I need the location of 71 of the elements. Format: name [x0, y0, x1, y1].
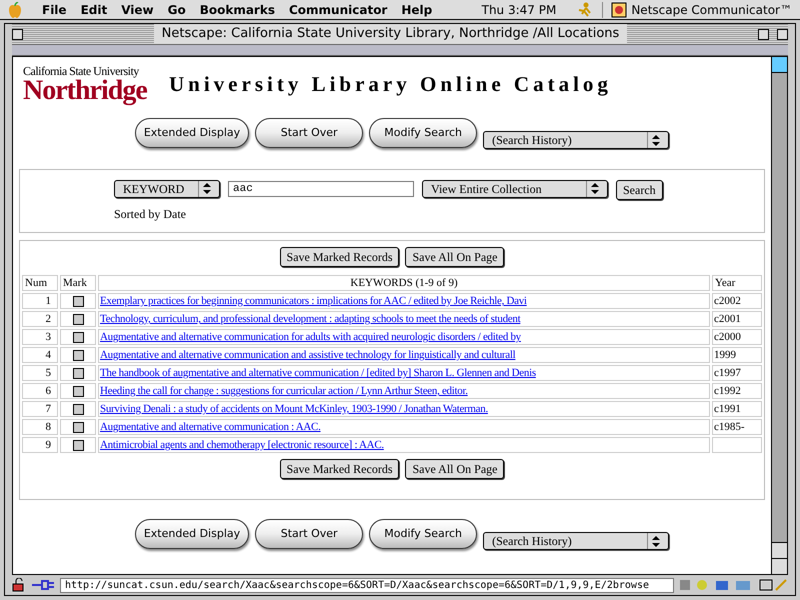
up-down-arrows-icon — [203, 183, 211, 194]
up-down-arrows-icon — [652, 536, 660, 546]
up-down-arrows-icon — [591, 183, 599, 194]
pill-button[interactable]: Extended Display — [134, 519, 250, 549]
top-history-select[interactable]: (Search History) — [483, 131, 670, 149]
row-number: 8 — [22, 419, 58, 435]
up-down-arrows-icon — [652, 134, 660, 146]
bottom-history-select[interactable]: (Search History) — [483, 532, 670, 550]
mark-checkbox[interactable] — [72, 350, 84, 360]
year-cell: c2000 — [712, 329, 762, 345]
year-cell: c1991 — [712, 401, 762, 417]
apple-icon — [8, 2, 22, 18]
save-button[interactable]: Save All On Page — [405, 459, 504, 479]
mark-checkbox[interactable] — [72, 440, 84, 450]
menu-item[interactable]: File — [42, 0, 67, 18]
row-number: 9 — [22, 437, 58, 453]
row-number: 7 — [22, 401, 58, 417]
sort-note: Sorted by Date — [114, 206, 187, 223]
year-cell: c1992 — [712, 383, 762, 399]
menu-item[interactable]: View — [121, 0, 154, 18]
column-header: KEYWORDS (1-9 of 9) — [98, 275, 710, 291]
column-header: Num — [22, 275, 58, 291]
close-box[interactable] — [12, 28, 23, 40]
status-url: http://suncat.csun.edu/search/Xaac&searchscope=6&SORT=D/Xaac&searchscope=6&SORT=D/1,9,9,E/2browse — [60, 578, 674, 592]
mark-checkbox[interactable] — [72, 314, 84, 324]
menu-item[interactable]: Bookmarks — [200, 0, 275, 18]
year-cell: 1999 — [712, 347, 762, 363]
pill-button[interactable]: Start Over — [255, 519, 364, 549]
row-number: 4 — [22, 347, 58, 363]
zoom-box[interactable] — [758, 28, 769, 40]
window-title: Netscape: California State University Library, Northridge /All Locations — [154, 24, 628, 44]
app-name: Netscape Communicator™ — [631, 2, 792, 18]
pill-button[interactable]: Modify Search — [369, 118, 478, 148]
logo-bottom: Northridge — [23, 77, 148, 105]
mark-checkbox[interactable] — [72, 404, 84, 414]
save-button[interactable]: Save All On Page — [405, 247, 504, 267]
column-header: Mark — [60, 275, 96, 291]
pill-button[interactable]: Extended Display — [134, 118, 250, 148]
mark-checkbox[interactable] — [72, 386, 84, 396]
row-number: 5 — [22, 365, 58, 381]
year-cell: c1997 — [712, 365, 762, 381]
save-button[interactable]: Save Marked Records — [280, 247, 400, 267]
logo-top: California State University — [23, 65, 140, 77]
year-cell: c2002 — [712, 293, 762, 309]
clock: Thu 3:47 PM — [482, 2, 556, 18]
year-cell: c2001 — [712, 311, 762, 327]
menu-item[interactable]: Help — [401, 0, 432, 18]
pill-button[interactable]: Modify Search — [369, 519, 478, 549]
page-title: University Library Online Catalog — [169, 71, 612, 98]
mark-checkbox[interactable] — [72, 422, 84, 432]
mark-checkbox[interactable] — [72, 296, 84, 306]
menu-item[interactable]: Communicator — [288, 0, 388, 18]
pill-button[interactable]: Start Over — [255, 118, 364, 148]
row-number: 1 — [22, 293, 58, 309]
menu-item[interactable]: Go — [168, 0, 186, 18]
save-button[interactable]: Search — [616, 180, 663, 200]
year-cell: c1985- — [712, 419, 762, 435]
collapse-box[interactable] — [776, 28, 788, 40]
row-number: 3 — [22, 329, 58, 345]
row-number: 2 — [22, 311, 58, 327]
menu-item[interactable]: Edit — [80, 0, 108, 18]
mark-checkbox[interactable] — [72, 368, 84, 378]
year-cell — [712, 437, 762, 453]
save-button[interactable]: Save Marked Records — [280, 459, 400, 479]
plug-icon — [32, 580, 56, 590]
mark-checkbox[interactable] — [72, 332, 84, 342]
query-field[interactable]: aac — [228, 180, 414, 196]
type-select[interactable]: KEYWORD — [114, 180, 220, 198]
row-number: 6 — [22, 383, 58, 399]
scope-select[interactable]: View Entire Collection — [422, 180, 608, 198]
column-header: Year — [712, 275, 762, 291]
